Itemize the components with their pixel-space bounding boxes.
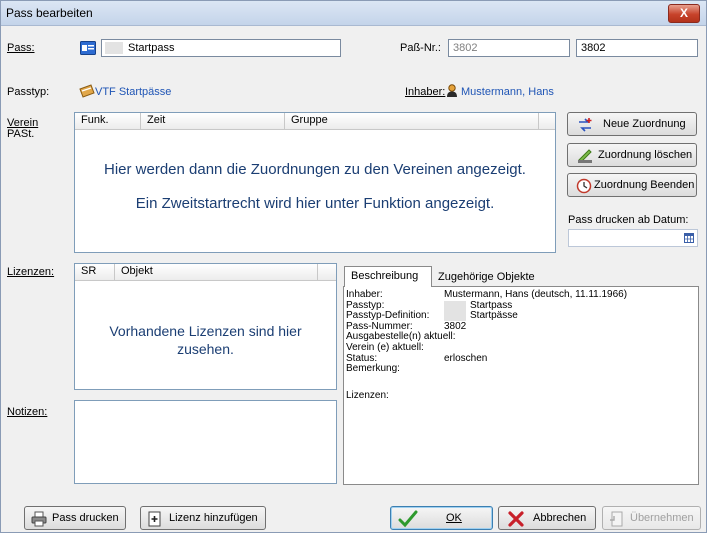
verein-message-2: Ein Zweitstartrecht wird hier unter Funk… bbox=[135, 195, 495, 212]
col-sr[interactable]: SR bbox=[75, 264, 115, 280]
window-title: Pass bearbeiten bbox=[6, 6, 93, 20]
lizenzen-message: Vorhandene Lizenzen sind hier zusehen. bbox=[109, 323, 302, 357]
lizenzen-list-header: SR Objekt bbox=[75, 264, 336, 281]
beschreibung-panel: Inhaber: Mustermann, Hans (deutsch, 11.1… bbox=[343, 286, 699, 485]
pass-drucken-label: Pass drucken bbox=[52, 512, 119, 524]
add-assignment-icon bbox=[577, 117, 593, 133]
desc-passdef-value: Startpässe bbox=[470, 310, 518, 322]
passnr-label: Paß-Nr.: bbox=[400, 42, 441, 54]
druck-datum-label: Pass drucken ab Datum: bbox=[568, 214, 689, 226]
checkmark-icon bbox=[398, 509, 418, 529]
close-button[interactable]: X bbox=[668, 4, 700, 23]
lizenz-hinzufuegen-button[interactable]: Lizenz hinzufügen bbox=[140, 506, 266, 530]
neue-zuordnung-label: Neue Zuordnung bbox=[603, 118, 686, 130]
pass-drucken-button[interactable]: Pass drucken bbox=[24, 506, 126, 530]
zuordnung-beenden-button[interactable]: Zuordnung Beenden bbox=[567, 173, 697, 197]
pass-edit-window: Pass bearbeiten X Pass: Startpass Paß-Nr… bbox=[0, 0, 707, 533]
zuordnung-beenden-label: Zuordnung Beenden bbox=[594, 179, 695, 191]
calendar-icon[interactable] bbox=[684, 233, 694, 243]
neue-zuordnung-button[interactable]: Neue Zuordnung bbox=[567, 112, 697, 136]
passtyp-link[interactable]: VTF Startpässe bbox=[95, 86, 171, 98]
notizen-label: Notizen: bbox=[7, 406, 48, 418]
pass-name-field[interactable]: Startpass bbox=[101, 39, 341, 57]
passtyp-label: Passtyp: bbox=[7, 86, 50, 98]
desc-inhaber-value: Mustermann, Hans (deutsch, 11.11.1966) bbox=[444, 289, 628, 300]
col-gruppe[interactable]: Gruppe bbox=[285, 113, 539, 129]
lizenz-hinzufuegen-label: Lizenz hinzufügen bbox=[169, 512, 258, 524]
verein-label-pasT: PASt. bbox=[7, 128, 35, 140]
pass-type-icon bbox=[79, 84, 95, 98]
passnr-field[interactable]: 3802 bbox=[576, 39, 698, 57]
redacted-block bbox=[105, 42, 123, 54]
verein-message-1: Hier werden dann die Zuordnungen zu den … bbox=[104, 161, 526, 178]
ok-label: OK bbox=[446, 512, 462, 524]
col-zeit[interactable]: Zeit bbox=[141, 113, 285, 129]
redacted-block bbox=[444, 301, 466, 321]
add-document-icon bbox=[147, 511, 163, 527]
close-icon: X bbox=[679, 6, 688, 20]
delete-assignment-icon bbox=[577, 148, 593, 164]
zuordnung-loeschen-button[interactable]: Zuordnung löschen bbox=[567, 143, 697, 167]
lizenzen-label: Lizenzen: bbox=[7, 266, 55, 278]
pass-name-value: Startpass bbox=[128, 42, 175, 54]
tab-beschreibung-label: Beschreibung bbox=[351, 270, 419, 282]
inhaber-label: Inhaber: bbox=[405, 86, 446, 98]
tab-beschreibung[interactable]: Beschreibung bbox=[344, 266, 432, 287]
verein-list-header: Funk. Zeit Gruppe bbox=[75, 113, 555, 130]
notizen-textarea[interactable] bbox=[74, 400, 337, 484]
desc-lizenzen: Lizenzen: bbox=[346, 390, 389, 401]
desc-inhaber-key: Inhaber: bbox=[346, 289, 383, 300]
title-bar[interactable]: Pass bearbeiten X bbox=[1, 1, 706, 26]
inhaber-link[interactable]: Mustermann, Hans bbox=[461, 86, 554, 98]
desc-bemerkung: Bemerkung: bbox=[346, 363, 400, 375]
druck-datum-field[interactable] bbox=[568, 229, 698, 247]
cancel-x-icon bbox=[507, 510, 525, 528]
lizenzen-list[interactable]: SR Objekt Vorhandene Lizenzen sind hier … bbox=[74, 263, 337, 390]
ok-button[interactable]: OK bbox=[390, 506, 493, 530]
tab-zugehoerige-objekte[interactable]: Zugehörige Objekte bbox=[432, 268, 542, 288]
pass-label: Pass: bbox=[7, 42, 35, 54]
stop-clock-icon bbox=[576, 178, 592, 194]
zuordnung-loeschen-label: Zuordnung löschen bbox=[598, 149, 693, 161]
id-card-icon bbox=[80, 41, 96, 55]
abbrechen-label: Abbrechen bbox=[533, 512, 587, 524]
col-funk[interactable]: Funk. bbox=[75, 113, 141, 129]
apply-icon bbox=[609, 511, 625, 527]
passnr-field-readonly[interactable]: 3802 bbox=[448, 39, 570, 57]
uebernehmen-label: Übernehmen bbox=[630, 512, 694, 524]
verein-list[interactable]: Funk. Zeit Gruppe Hier werden dann die Z… bbox=[74, 112, 556, 253]
col-objekt[interactable]: Objekt bbox=[115, 264, 318, 280]
printer-icon bbox=[31, 511, 47, 527]
desc-verein: Verein (e) aktuell: bbox=[346, 342, 424, 353]
desc-status-value: erloschen bbox=[444, 352, 488, 364]
uebernehmen-button[interactable]: Übernehmen bbox=[602, 506, 701, 530]
person-icon bbox=[446, 84, 458, 98]
tab-objekte-label: Zugehörige Objekte bbox=[438, 271, 535, 283]
abbrechen-button[interactable]: Abbrechen bbox=[498, 506, 596, 530]
